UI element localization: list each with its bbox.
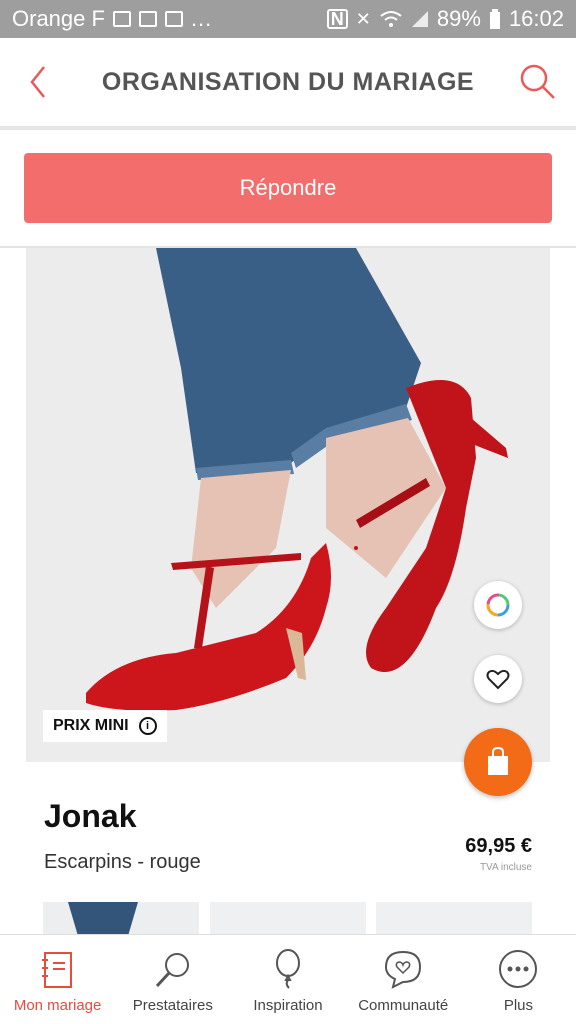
balloon-icon: [276, 949, 300, 989]
nav-prestataires[interactable]: Prestataires: [115, 935, 230, 1024]
thumbnail-image: [43, 902, 199, 936]
more-notifications: ...: [190, 6, 213, 31]
mail-notification-icon: [138, 11, 157, 27]
prix-mini-badge: PRIX MINI i: [43, 710, 167, 742]
color-ring-icon: [486, 593, 510, 617]
notebook-icon: [41, 952, 72, 988]
related-product-thumbnail[interactable]: [43, 902, 199, 936]
chat-heart-icon: [385, 950, 422, 989]
magnifier-icon: [155, 953, 189, 988]
chevron-left-icon: [30, 66, 45, 98]
nav-communaute[interactable]: Communauté: [346, 935, 461, 1024]
carrier-label: Orange F: [12, 6, 105, 31]
red-shoes-photo: [26, 248, 550, 762]
product-description: Escarpins - rouge: [44, 851, 201, 873]
nav-label: Mon mariage: [13, 997, 102, 1014]
battery-level: 89%: [436, 6, 481, 31]
nav-plus[interactable]: Plus: [461, 935, 576, 1024]
mute-icon: ✕: [355, 8, 371, 29]
back-button[interactable]: [18, 62, 58, 102]
related-product-thumbnail[interactable]: [376, 902, 532, 936]
bottom-navigation: Mon mariage Prestataires Inspiration Com…: [0, 934, 576, 1024]
battery-icon: [489, 9, 500, 29]
product-brand: Jonak: [44, 798, 137, 834]
nav-label: Inspiration: [253, 997, 323, 1014]
wifi-icon: [380, 11, 402, 27]
nav-label: Plus: [503, 997, 533, 1014]
status-bar: Orange F ... N ✕ 89% 16:02: [0, 0, 576, 38]
nfc-icon: N: [326, 9, 348, 29]
product-image[interactable]: [26, 248, 550, 762]
page-title: ORGANISATION DU MARIAGE: [101, 67, 475, 96]
related-product-thumbnail[interactable]: [210, 902, 366, 936]
nav-label: Communauté: [358, 997, 449, 1014]
signal-icon: [411, 11, 428, 27]
clock: 16:02: [508, 6, 564, 31]
status-right: N ✕ 89% 16:02: [326, 6, 564, 32]
nav-inspiration[interactable]: Inspiration: [230, 935, 345, 1024]
favorite-button[interactable]: [474, 655, 522, 703]
search-button[interactable]: [518, 62, 558, 102]
search-icon: [520, 64, 555, 99]
gallery-notification-icon: [112, 11, 131, 27]
tax-note: TVA incluse: [479, 862, 532, 873]
product-price: 69,95 €: [465, 835, 532, 857]
shopping-bag-icon: [488, 747, 508, 775]
nav-label: Prestataires: [132, 997, 213, 1014]
app-header: ORGANISATION DU MARIAGE: [0, 38, 576, 130]
reply-button[interactable]: Répondre: [24, 153, 552, 223]
info-icon[interactable]: i: [138, 717, 157, 735]
message-notification-icon: [164, 11, 183, 27]
nav-mon-mariage[interactable]: Mon mariage: [0, 935, 115, 1024]
prix-mini-label: PRIX MINI: [53, 717, 129, 734]
add-to-cart-button[interactable]: [464, 728, 532, 796]
more-icon: [499, 950, 538, 988]
heart-icon: [486, 669, 510, 690]
status-left: Orange F ...: [12, 6, 327, 32]
color-options-button[interactable]: [474, 581, 522, 629]
